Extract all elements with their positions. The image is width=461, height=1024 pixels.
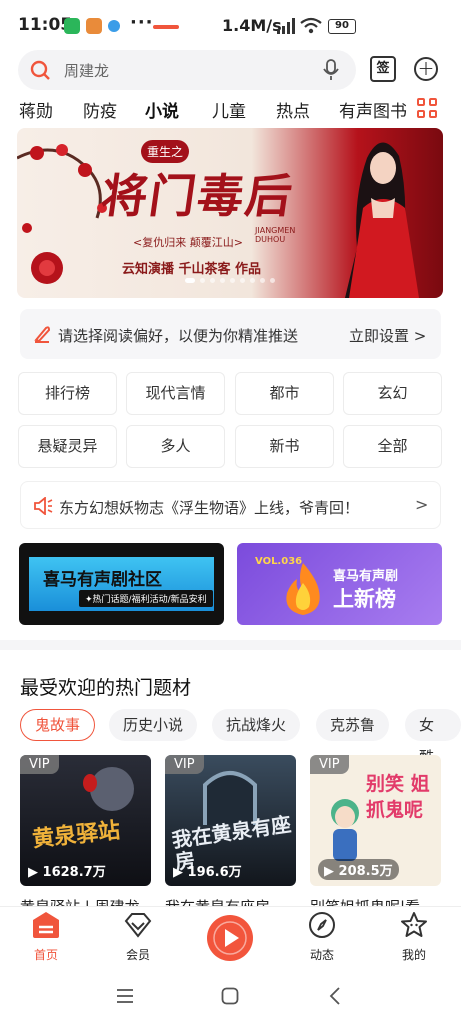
- add-icon[interactable]: +: [414, 57, 438, 81]
- category-ranking[interactable]: 排行榜: [18, 372, 117, 415]
- tab-audiobooks[interactable]: 有声图书: [339, 97, 407, 122]
- tab-jiangxun[interactable]: 蒋勋: [19, 97, 53, 122]
- nav-profile-label: 我的: [401, 948, 426, 962]
- moon-lantern-art: [83, 767, 134, 811]
- character-illustration: [345, 142, 419, 298]
- compass-icon: [309, 912, 335, 938]
- nav-feed-label: 动态: [309, 948, 334, 962]
- nav-profile[interactable]: 我的: [384, 910, 444, 962]
- status-bar: 11:05 ··· 1.4M/s 90: [0, 0, 461, 50]
- nav-member-label: 会员: [125, 948, 150, 962]
- book-card[interactable]: VIP 别笑 姐抓鬼呢 ▶ 208.5万: [310, 755, 441, 886]
- chevron-right-icon: >: [415, 495, 429, 514]
- section-divider: [0, 640, 461, 650]
- signal-icon: [277, 18, 295, 34]
- play-count-value: 196.6万: [187, 865, 242, 880]
- all-categories-icon[interactable]: [417, 98, 439, 120]
- profile-star-icon: [401, 912, 427, 937]
- nav-feed[interactable]: 动态: [292, 910, 352, 962]
- search-placeholder: 周建龙: [64, 62, 110, 80]
- banner-pagination: [185, 278, 285, 284]
- promo-chart-line1: 喜马有声剧: [333, 569, 399, 584]
- tab-epidemic[interactable]: 防疫: [83, 97, 117, 122]
- featured-banner[interactable]: 重生之 将门毒后 <复仇归来 颠覆江山> JIANGMEN DUHOU 云知演播…: [17, 128, 443, 298]
- search-bar[interactable]: 周建龙: [18, 50, 356, 90]
- shield-app-icon: [64, 18, 80, 34]
- vip-badge: VIP: [20, 755, 59, 774]
- promo-chart-line2: 上新榜: [333, 587, 396, 611]
- nav-member[interactable]: 会员: [108, 910, 168, 962]
- anime-girl-art: [331, 799, 359, 861]
- member-diamond-icon: [124, 913, 152, 938]
- tab-novel[interactable]: 小说: [145, 97, 179, 122]
- home-icon: [33, 912, 59, 938]
- chip-cthulhu[interactable]: 克苏鲁: [316, 709, 390, 741]
- category-all[interactable]: 全部: [343, 425, 442, 468]
- more-notifications-icon: ···: [130, 12, 154, 33]
- reading-preference-bar[interactable]: 请选择阅读偏好，以便为你精准推送 立即设置 >: [20, 309, 441, 359]
- app-notification-icon: [86, 18, 102, 34]
- promo-community-subtitle: ✦热门话题/福利活动/新品安利: [79, 590, 213, 607]
- drop-notification-icon: [108, 20, 120, 32]
- banner-credit: 云知演播 千山茶客 作品: [122, 262, 262, 277]
- play-count-value: 1628.7万: [42, 865, 106, 880]
- play-button[interactable]: [207, 915, 253, 961]
- play-count-value: 208.5万: [338, 864, 393, 879]
- banner-title: 将门毒后: [97, 169, 298, 223]
- menu-icon[interactable]: [116, 988, 134, 1004]
- book-card[interactable]: VIP 黄泉驿站 ▶ 1628.7万: [20, 755, 151, 886]
- preference-text: 请选择阅读偏好，以便为你精准推送: [58, 327, 299, 345]
- promo-community-title: 喜马有声剧社区: [43, 570, 162, 590]
- category-suspense[interactable]: 悬疑灵异: [18, 425, 117, 468]
- back-icon[interactable]: [329, 987, 341, 1005]
- search-icon: [30, 60, 50, 80]
- banner-english-title: JIANGMEN DUHOU: [255, 226, 296, 244]
- vip-badge: VIP: [310, 755, 349, 774]
- set-now-link[interactable]: 立即设置 >: [349, 325, 426, 346]
- category-modern-romance[interactable]: 现代言情: [126, 372, 225, 415]
- play-count: ▶ 208.5万: [318, 859, 399, 880]
- category-fantasy[interactable]: 玄幻: [343, 372, 442, 415]
- active-tab-indicator: [153, 25, 179, 29]
- play-count: ▶ 196.6万: [173, 865, 242, 880]
- play-icon: [213, 921, 247, 955]
- category-urban[interactable]: 都市: [235, 372, 334, 415]
- tab-hot[interactable]: 热点: [276, 97, 310, 122]
- cover-art-title: 黄泉驿站: [31, 817, 122, 853]
- system-navigation-bar: [0, 972, 461, 1024]
- banner-subtitle: <复仇归来 颠覆江山>: [133, 236, 243, 249]
- chip-ghost-stories[interactable]: 鬼故事: [20, 709, 96, 741]
- cover-art-title: 别笑 姐抓鬼呢: [366, 773, 430, 821]
- wifi-icon: [300, 17, 322, 34]
- promo-community-panel: 喜马有声剧社区 ✦热门话题/福利活动/新品安利: [27, 555, 216, 613]
- promo-new-chart-card[interactable]: VOL.036 喜马有声剧 上新榜: [237, 543, 442, 625]
- sign-in-button[interactable]: 签: [370, 56, 396, 82]
- pen-icon: [34, 326, 51, 343]
- category-multi-cast[interactable]: 多人: [126, 425, 225, 468]
- speaker-icon: [34, 497, 53, 515]
- nav-home[interactable]: 首页: [16, 910, 76, 962]
- flame-icon: [286, 563, 320, 615]
- nav-home-label: 首页: [33, 948, 58, 962]
- section-title: 最受欢迎的热门题材: [20, 677, 192, 699]
- category-tabs: 蒋勋 防疫 小说 儿童 热点 有声图书: [0, 95, 461, 127]
- chip-more[interactable]: 女酷: [405, 709, 461, 766]
- play-count: ▶ 1628.7万: [28, 865, 106, 880]
- book-card[interactable]: VIP 我在黄泉有座房 ▶ 196.6万: [165, 755, 296, 886]
- network-speed: 1.4M/s: [222, 16, 282, 35]
- category-new-books[interactable]: 新书: [235, 425, 334, 468]
- home-square-icon[interactable]: [221, 987, 239, 1005]
- announcement-text: 东方幻想妖物志《浮生物语》上线，爷青回！: [59, 499, 360, 517]
- announcement-bar[interactable]: 东方幻想妖物志《浮生物语》上线，爷青回！ >: [20, 481, 441, 529]
- microphone-icon[interactable]: [323, 59, 339, 81]
- battery-icon: 90: [328, 19, 356, 34]
- chip-history[interactable]: 历史小说: [109, 709, 198, 741]
- chip-war[interactable]: 抗战烽火: [212, 709, 301, 741]
- tab-children[interactable]: 儿童: [212, 97, 246, 122]
- promo-community-card[interactable]: 喜马有声剧社区 ✦热门话题/福利活动/新品安利: [19, 543, 224, 625]
